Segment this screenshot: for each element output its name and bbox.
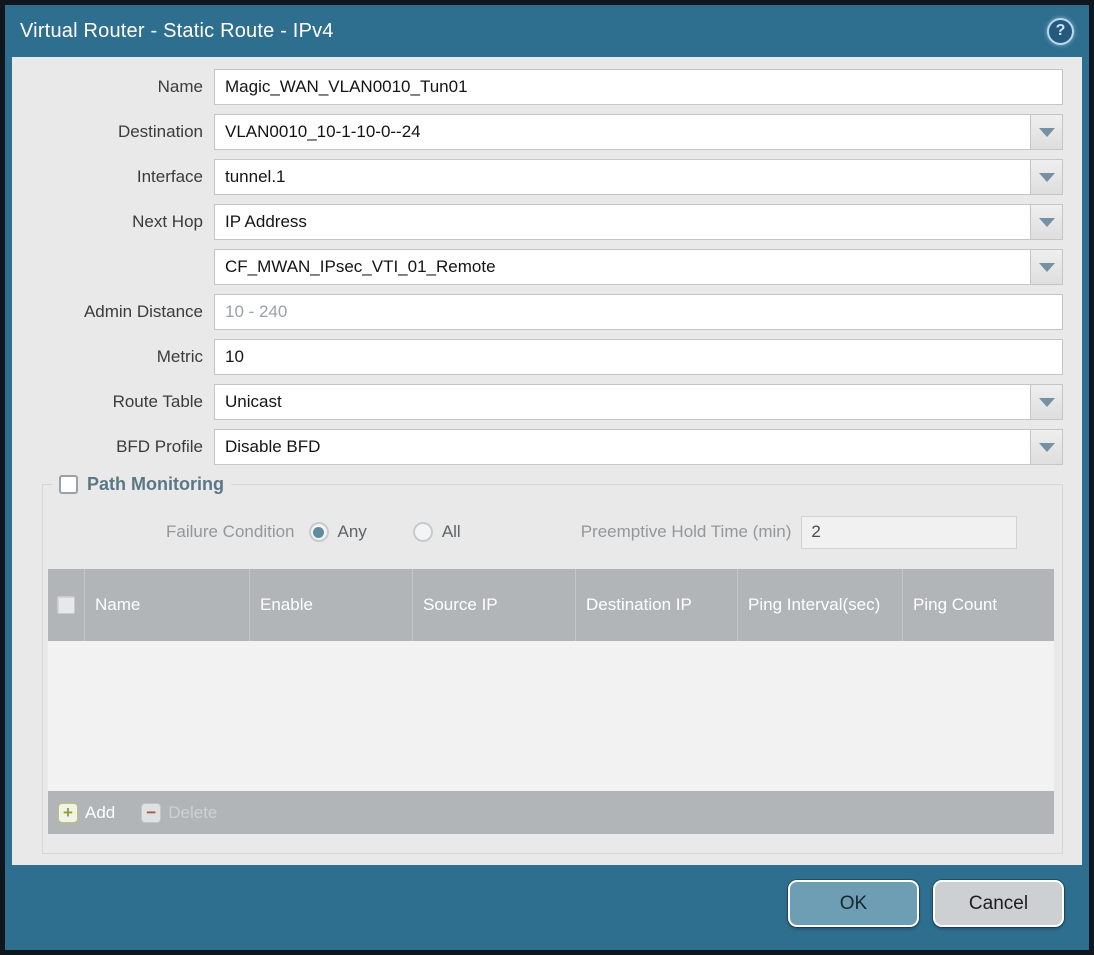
form-row-next-hop: Next Hop bbox=[24, 204, 1063, 240]
delete-button[interactable]: − Delete bbox=[141, 802, 218, 823]
destination-dropdown-trigger[interactable] bbox=[1030, 115, 1062, 149]
next-hop-address-input[interactable] bbox=[215, 250, 1030, 284]
delete-minus-icon: − bbox=[141, 802, 162, 823]
chevron-down-icon bbox=[1038, 397, 1055, 407]
path-monitoring-legend: Path Monitoring bbox=[52, 474, 231, 495]
path-monitoring-section: Path Monitoring Failure Condition Any Al… bbox=[42, 474, 1063, 854]
dialog-footer: OK Cancel bbox=[5, 865, 1089, 950]
preemptive-hold-time-input[interactable] bbox=[801, 515, 1018, 549]
column-header-ping-count[interactable]: Ping Count bbox=[903, 569, 1054, 641]
bfd-profile-label: BFD Profile bbox=[116, 437, 203, 456]
destination-label: Destination bbox=[117, 122, 203, 141]
form-row-admin-distance: Admin Distance bbox=[24, 294, 1063, 330]
column-header-destination-ip[interactable]: Destination IP bbox=[576, 569, 738, 641]
path-monitoring-table: Name Enable Source IP Destination IP Pin… bbox=[48, 569, 1054, 834]
table-footer-toolbar: + Add − Delete bbox=[48, 791, 1054, 834]
static-route-dialog: Virtual Router - Static Route - IPv4 ? N… bbox=[0, 0, 1094, 955]
radio-dot bbox=[313, 526, 325, 538]
failure-condition-label: Failure Condition bbox=[166, 522, 295, 541]
interface-field bbox=[214, 159, 1063, 195]
form-row-name: Name bbox=[24, 69, 1063, 105]
interface-input[interactable] bbox=[215, 160, 1030, 194]
name-label: Name bbox=[157, 77, 203, 96]
add-button[interactable]: + Add bbox=[58, 802, 116, 823]
failure-condition-all-label: All bbox=[441, 522, 461, 541]
next-hop-type-input[interactable] bbox=[215, 205, 1030, 239]
metric-label: Metric bbox=[156, 347, 203, 366]
bfd-profile-field bbox=[214, 429, 1063, 465]
table-header-checkbox-cell bbox=[48, 569, 85, 641]
chevron-down-icon bbox=[1038, 217, 1055, 227]
dialog-title: Virtual Router - Static Route - IPv4 bbox=[20, 19, 334, 42]
add-plus-icon: + bbox=[58, 802, 78, 823]
dialog-content: Name Destination Interface Next Hop bbox=[12, 57, 1082, 865]
form-row-metric: Metric bbox=[24, 339, 1063, 375]
next-hop-address-field bbox=[214, 249, 1063, 285]
chevron-down-icon bbox=[1038, 262, 1055, 272]
column-header-enable[interactable]: Enable bbox=[250, 569, 413, 641]
next-hop-type-field bbox=[214, 204, 1063, 240]
admin-distance-input[interactable] bbox=[215, 295, 1062, 329]
route-table-input[interactable] bbox=[215, 385, 1030, 419]
next-hop-address-dropdown-trigger[interactable] bbox=[1030, 250, 1062, 284]
admin-distance-label: Admin Distance bbox=[83, 302, 203, 321]
form-row-destination: Destination bbox=[24, 114, 1063, 150]
next-hop-label: Next Hop bbox=[132, 212, 203, 231]
interface-label: Interface bbox=[136, 167, 203, 186]
chevron-down-icon bbox=[1038, 172, 1055, 182]
column-header-source-ip[interactable]: Source IP bbox=[413, 569, 576, 641]
path-monitoring-checkbox[interactable] bbox=[59, 475, 78, 494]
add-button-label: Add bbox=[85, 802, 116, 822]
bfd-profile-dropdown-trigger[interactable] bbox=[1030, 430, 1062, 464]
dialog-titlebar: Virtual Router - Static Route - IPv4 ? bbox=[5, 5, 1089, 57]
name-input[interactable] bbox=[215, 70, 1062, 104]
cancel-button[interactable]: Cancel bbox=[933, 880, 1064, 927]
help-icon[interactable]: ? bbox=[1047, 17, 1074, 45]
route-table-dropdown-trigger[interactable] bbox=[1030, 385, 1062, 419]
failure-condition-any-label: Any bbox=[337, 522, 367, 541]
destination-input[interactable] bbox=[215, 115, 1030, 149]
name-field bbox=[214, 69, 1063, 105]
admin-distance-field bbox=[214, 294, 1063, 330]
column-header-ping-interval[interactable]: Ping Interval(sec) bbox=[738, 569, 903, 641]
route-table-label: Route Table bbox=[112, 392, 203, 411]
delete-button-label: Delete bbox=[168, 802, 218, 822]
ok-button[interactable]: OK bbox=[788, 880, 919, 927]
chevron-down-icon bbox=[1038, 442, 1055, 452]
next-hop-type-dropdown-trigger[interactable] bbox=[1030, 205, 1062, 239]
table-header: Name Enable Source IP Destination IP Pin… bbox=[48, 569, 1054, 641]
metric-field bbox=[214, 339, 1063, 375]
form-row-route-table: Route Table bbox=[24, 384, 1063, 420]
table-body-empty bbox=[48, 641, 1054, 791]
interface-dropdown-trigger[interactable] bbox=[1030, 160, 1062, 194]
route-table-field bbox=[214, 384, 1063, 420]
failure-condition-row: Failure Condition Any All Preemptive Hol… bbox=[48, 515, 1054, 549]
failure-condition-all-radio[interactable] bbox=[412, 522, 433, 542]
column-header-name[interactable]: Name bbox=[85, 569, 250, 641]
chevron-down-icon bbox=[1038, 127, 1055, 137]
form-row-next-hop-address bbox=[24, 249, 1063, 285]
path-monitoring-title: Path Monitoring bbox=[87, 474, 224, 494]
form-row-bfd-profile: BFD Profile bbox=[24, 429, 1063, 465]
bfd-profile-input[interactable] bbox=[215, 430, 1030, 464]
preemptive-hold-time-label: Preemptive Hold Time (min) bbox=[580, 522, 792, 541]
metric-input[interactable] bbox=[215, 340, 1062, 374]
select-all-checkbox[interactable] bbox=[57, 596, 75, 614]
failure-condition-any-radio[interactable] bbox=[308, 522, 329, 542]
form-row-interface: Interface bbox=[24, 159, 1063, 195]
destination-field bbox=[214, 114, 1063, 150]
